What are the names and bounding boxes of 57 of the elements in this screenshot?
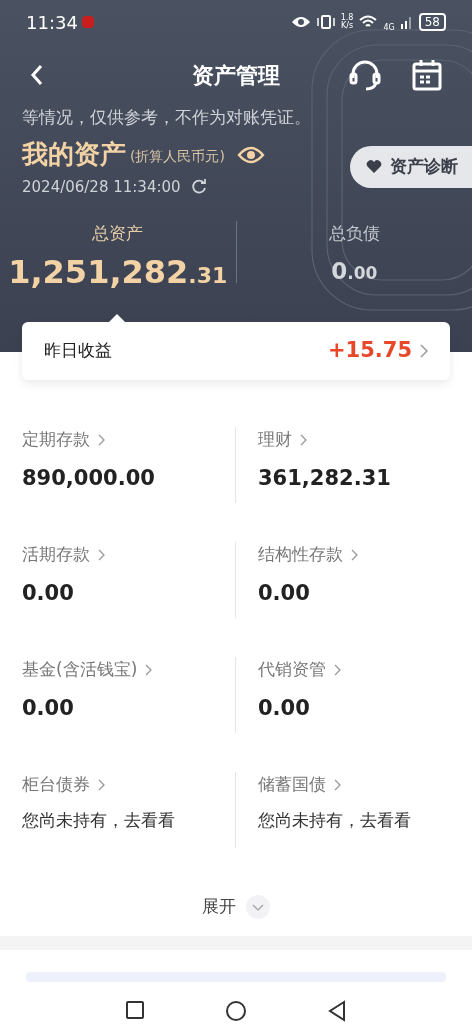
eye-icon xyxy=(290,15,311,29)
holding-amount: 0.00 xyxy=(258,694,311,722)
holding-label[interactable]: 活期存款 xyxy=(22,542,90,568)
holding-label[interactable]: 理财 xyxy=(258,427,292,453)
wifi-icon xyxy=(359,15,378,29)
notice-text: 等情况，仅供参考，不作为对账凭证。 xyxy=(22,106,312,128)
holding-label[interactable]: 基金(含活钱宝) xyxy=(22,657,138,683)
card-label: 昨日收益 xyxy=(44,339,112,363)
chevron-right-icon xyxy=(98,433,105,446)
holding-label[interactable]: 结构性存款 xyxy=(258,542,343,568)
heart-icon xyxy=(366,160,382,174)
holding-amount: 890,000.00 xyxy=(22,464,156,492)
pointer-icon xyxy=(107,314,126,323)
chevron-right-icon xyxy=(334,778,341,791)
battery-indicator: 58 xyxy=(418,13,446,31)
chevron-right-icon xyxy=(420,344,428,358)
section-title: 我的资产 xyxy=(22,138,126,170)
holding-note: 您尚未持有，去看看 xyxy=(22,808,176,832)
back-nav-icon[interactable] xyxy=(327,1000,347,1022)
holding-label[interactable]: 代销资管 xyxy=(258,657,326,683)
page-title: 资产管理 xyxy=(192,61,280,90)
currency-note: (折算人民币元) xyxy=(130,147,225,166)
recent-apps-icon[interactable] xyxy=(125,1000,145,1020)
total-label: 总负债 xyxy=(328,221,380,245)
earnings-value: +15.75 xyxy=(327,337,412,365)
holding-note: 您尚未持有，去看看 xyxy=(258,808,412,832)
total-label: 总资产 xyxy=(92,221,144,245)
holding-amount: 0.00 xyxy=(22,694,75,722)
vibrate-icon xyxy=(316,15,335,29)
holding-amount: 0.00 xyxy=(22,579,75,607)
chevron-right-icon xyxy=(98,548,105,561)
chevron-down-icon xyxy=(246,895,270,919)
status-time: 11:34 xyxy=(26,10,78,35)
asset-diagnosis-button[interactable]: 资产诊断 xyxy=(350,146,472,188)
back-icon[interactable] xyxy=(30,64,44,86)
chevron-right-icon xyxy=(334,663,341,676)
holding-amount: 0.00 xyxy=(258,579,311,607)
holding-label[interactable]: 定期存款 xyxy=(22,427,90,453)
chevron-right-icon xyxy=(351,548,358,561)
total-amount: 1,251,282.31 xyxy=(8,252,228,293)
refresh-icon[interactable] xyxy=(190,179,207,196)
holding-amount: 361,282.31 xyxy=(258,464,392,492)
chevron-right-icon xyxy=(300,433,307,446)
chevron-right-icon xyxy=(98,778,105,791)
customer-service-icon[interactable] xyxy=(348,58,382,92)
expand-button[interactable]: 展开 xyxy=(202,894,270,920)
calendar-icon[interactable] xyxy=(412,59,442,91)
network-type: 4G xyxy=(383,24,395,32)
eye-icon[interactable] xyxy=(236,145,265,165)
update-time: 2024/06/28 11:34:00 xyxy=(22,177,181,198)
network-speed: 1.8 K/s xyxy=(340,14,354,30)
holding-label[interactable]: 储蓄国债 xyxy=(258,772,326,798)
total-amount: 0.00 xyxy=(331,257,378,286)
holding-label[interactable]: 柜台债券 xyxy=(22,772,90,798)
signal-icon xyxy=(400,15,413,29)
home-icon[interactable] xyxy=(225,1000,247,1022)
chevron-right-icon xyxy=(145,663,153,676)
